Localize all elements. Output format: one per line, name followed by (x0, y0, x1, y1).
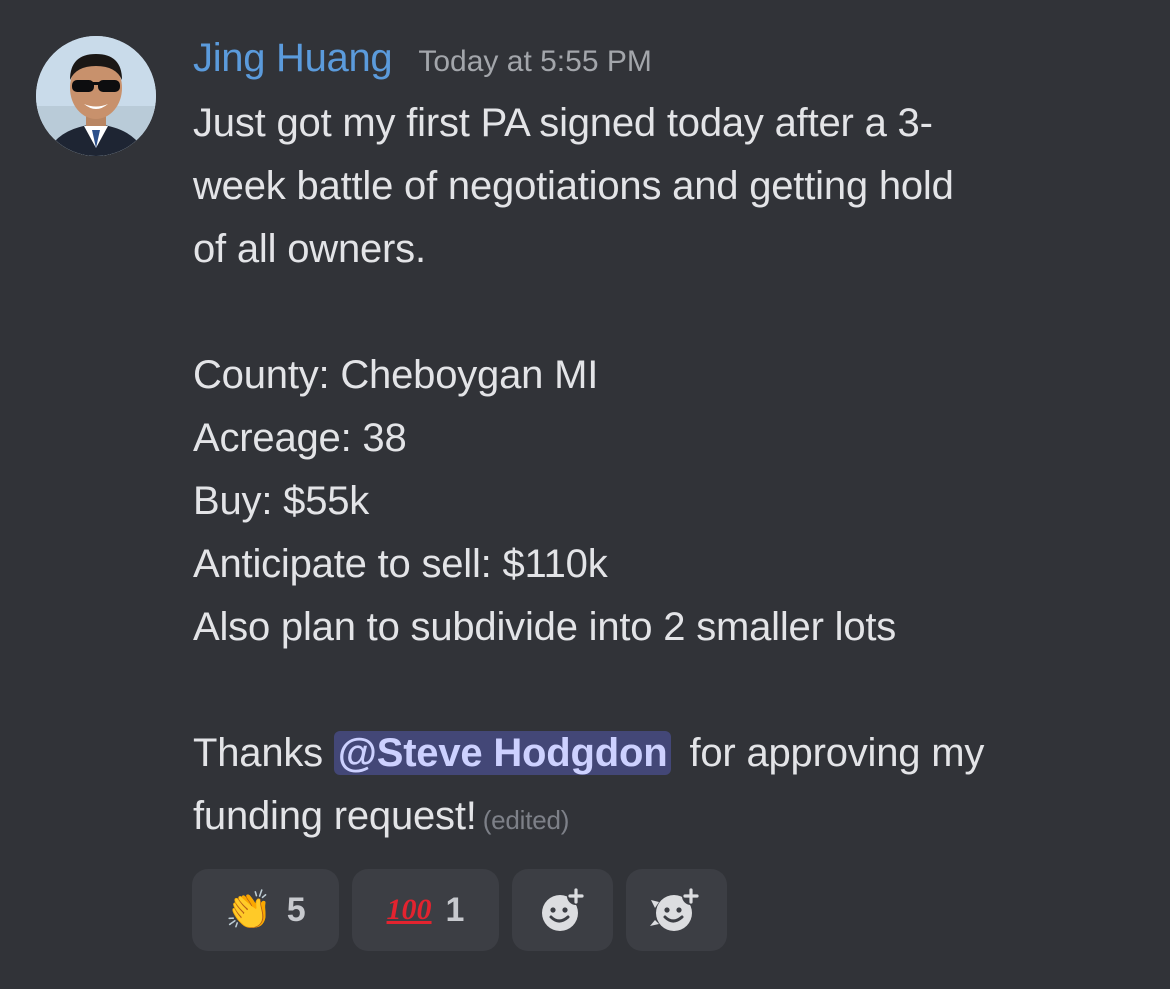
add-reaction-icon (541, 887, 585, 931)
message-header: Jing Huang Today at 5:55 PM (193, 36, 652, 81)
reaction-bar: 👏 5 100 1 (192, 869, 727, 951)
thanks-suffix: for approving my (689, 731, 985, 775)
final-line-text: funding request! (193, 794, 477, 838)
message-line: Also plan to subdivide into 2 smaller lo… (193, 605, 897, 649)
message-line: County: Cheboygan MI (193, 353, 599, 397)
message-line: Just got my first PA signed today after … (193, 101, 933, 145)
add-super-reaction-icon (649, 887, 700, 931)
avatar-photo (36, 36, 156, 156)
hundred-points-icon: 100 (386, 893, 432, 926)
thanks-line: Thanks @Steve Hodgdon for approving my (193, 722, 1143, 785)
message-timestamp[interactable]: Today at 5:55 PM (418, 45, 651, 79)
message-content: Just got my first PA signed today after … (193, 92, 1143, 852)
message-line: week battle of negotiations and getting … (193, 164, 954, 208)
author-name[interactable]: Jing Huang (193, 36, 393, 81)
final-line: funding request! (edited) (193, 785, 1143, 852)
chat-message: Jing Huang Today at 5:55 PM Just got my … (0, 0, 1170, 989)
user-avatar[interactable] (36, 36, 156, 156)
reaction-count: 5 (286, 890, 306, 929)
message-line: Buy: $55k (193, 479, 370, 523)
thanks-prefix: Thanks (193, 731, 323, 775)
reaction-hundred-points[interactable]: 100 1 (352, 869, 499, 951)
message-line: Anticipate to sell: $110k (193, 542, 608, 586)
reaction-clapping-hands[interactable]: 👏 5 (192, 869, 339, 951)
edited-label: (edited) (482, 805, 570, 835)
message-line: Acreage: 38 (193, 416, 407, 460)
add-reaction-button[interactable] (512, 869, 613, 951)
add-super-reaction-button[interactable] (626, 869, 727, 951)
message-line: of all owners. (193, 227, 426, 271)
user-mention[interactable]: @Steve Hodgdon (333, 731, 672, 775)
clapping-hands-icon: 👏 (225, 888, 273, 932)
reaction-count: 1 (445, 890, 465, 929)
